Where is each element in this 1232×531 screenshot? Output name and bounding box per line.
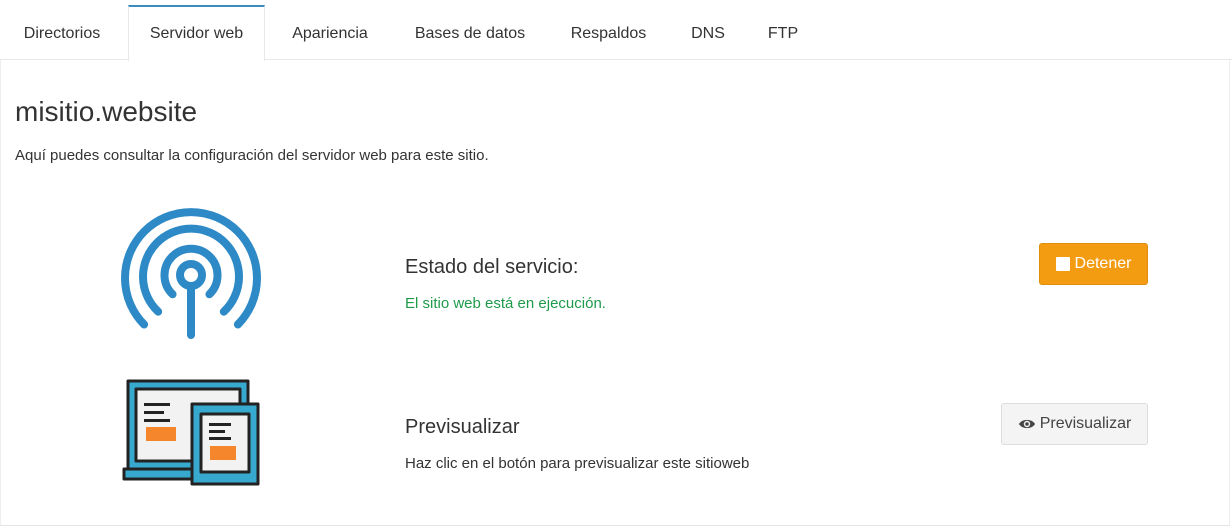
broadcast-icon (121, 208, 261, 339)
page-title: misitio.website (15, 96, 198, 127)
tab-dns[interactable]: DNS (672, 5, 744, 60)
tab-respaldos[interactable]: Respaldos (549, 5, 668, 60)
stop-button[interactable]: Detener (1039, 243, 1148, 285)
preview-button[interactable]: Previsualizar (1001, 403, 1148, 445)
stop-button-label: Detener (1074, 255, 1132, 272)
devices-icon (122, 379, 260, 486)
preview-button-label: Previsualizar (1039, 415, 1132, 432)
tab-ftp[interactable]: FTP (748, 5, 818, 60)
page-description: Aquí puedes consultar la configuración d… (15, 147, 489, 164)
tab-bases-de-datos[interactable]: Bases de datos (395, 5, 545, 60)
tab-servidor-web[interactable]: Servidor web (128, 5, 265, 61)
preview-text: Haz clic en el botón para previsualizar … (405, 455, 750, 472)
tab-directorios[interactable]: Directorios (0, 5, 124, 60)
service-status-text: El sitio web está en ejecución. (405, 295, 606, 312)
stop-icon (1055, 257, 1070, 271)
eye-icon (1018, 419, 1035, 429)
tab-bar: Directorios Servidor web Apariencia Base… (0, 0, 1232, 61)
preview-title: Previsualizar (405, 416, 520, 438)
service-status-title: Estado del servicio: (405, 256, 579, 278)
tab-apariencia[interactable]: Apariencia (269, 5, 391, 60)
